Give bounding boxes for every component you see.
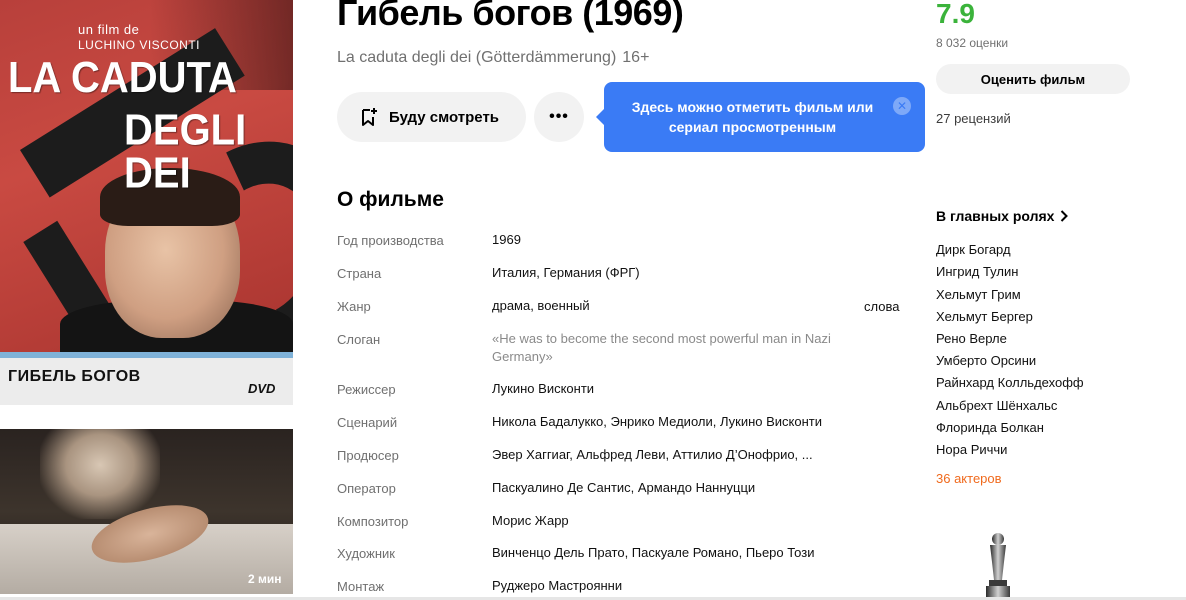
chevron-right-icon xyxy=(1060,210,1069,222)
cast-item[interactable]: Хельмут Бергер xyxy=(936,309,1033,324)
tooltip-text: Здесь можно отметить фильм или сериал пр… xyxy=(631,99,874,135)
genre-words-link[interactable]: слова xyxy=(864,299,899,314)
info-label-year: Год производства xyxy=(337,233,444,248)
watch-later-label: Буду смотреть xyxy=(389,108,500,126)
cast-item[interactable]: Ингрид Тулин xyxy=(936,264,1018,279)
age-rating: 16+ xyxy=(622,49,650,66)
cast-item[interactable]: Рено Верле xyxy=(936,331,1007,346)
bookmark-plus-icon xyxy=(359,107,379,127)
cast-item[interactable]: Флоринда Болкан xyxy=(936,420,1044,435)
original-title-line: La caduta degli dei (Götterdämmerung) 16+ xyxy=(337,49,649,67)
movie-poster[interactable]: un film de LUCHINO VISCONTI LA CADUTA DE… xyxy=(0,0,293,405)
info-label-writers: Сценарий xyxy=(337,415,398,430)
info-value-year[interactable]: 1969 xyxy=(492,231,852,249)
rating-count: 8 032 оценки xyxy=(936,36,1009,50)
original-title: La caduta degli dei (Götterdämmerung) xyxy=(337,49,617,66)
poster-rus-title: ГИБЕЛЬ БОГОВ xyxy=(8,368,141,385)
info-value-artist[interactable]: Винченцо Дель Прато, Паскуале Романо, Пь… xyxy=(492,544,852,562)
info-label-editing: Монтаж xyxy=(337,579,385,594)
info-label-composer: Композитор xyxy=(337,514,409,529)
all-actors-link[interactable]: 36 актеров xyxy=(936,471,1002,486)
more-dots-icon: ••• xyxy=(549,108,569,125)
info-label-country: Страна xyxy=(337,266,382,281)
info-value-slogan: «He was to become the second most powerf… xyxy=(492,331,831,364)
info-label-director: Режиссер xyxy=(337,382,396,397)
cast-item[interactable]: Дирк Богард xyxy=(936,242,1011,257)
info-value-genre[interactable]: драма, военный xyxy=(492,297,852,315)
info-value-operator[interactable]: Паскуалино Де Сантис, Армандо Наннуцци xyxy=(492,479,852,497)
info-label-operator: Оператор xyxy=(337,481,396,496)
hint-tooltip: Здесь можно отметить фильм или сериал пр… xyxy=(596,82,925,152)
info-value-composer[interactable]: Морис Жарр xyxy=(492,512,852,530)
cast-item[interactable]: Нора Риччи xyxy=(936,442,1007,457)
rating-value: 7.9 xyxy=(936,0,975,29)
info-label-genre: Жанр xyxy=(337,299,371,314)
more-options-button[interactable]: ••• xyxy=(534,92,584,142)
trailer-thumbnail[interactable] xyxy=(0,429,293,594)
info-value-writers[interactable]: Никола Бадалукко, Энрико Медиоли, Лукино… xyxy=(492,413,852,431)
cast-item[interactable]: Альбрехт Шёнхальс xyxy=(936,398,1057,413)
page-title: Гибель богов (1969) xyxy=(337,0,684,33)
rate-movie-button[interactable]: Оценить фильм xyxy=(936,64,1130,94)
reviews-link[interactable]: 27 рецензий xyxy=(936,111,1011,126)
trailer-duration: 2 мин xyxy=(248,572,282,586)
trailer-scene-light xyxy=(40,429,160,519)
info-label-producers: Продюсер xyxy=(337,448,399,463)
about-heading: О фильме xyxy=(337,188,444,211)
cast-item[interactable]: Райнхард Колльдехофф xyxy=(936,375,1084,390)
poster-credit-line1: un film de xyxy=(78,22,140,37)
poster-dvd-logo: DVD xyxy=(248,381,276,396)
oscar-award-icon[interactable] xyxy=(978,530,1018,600)
cast-heading: В главных ролях xyxy=(936,208,1055,224)
poster-title-line2: DEGLI DEI xyxy=(124,106,247,198)
info-value-editing[interactable]: Руджеро Мастроянни xyxy=(492,577,852,595)
info-label-slogan: Слоган xyxy=(337,332,381,347)
info-value-director[interactable]: Лукино Висконти xyxy=(492,380,852,398)
info-value-country[interactable]: Италия, Германия (ФРГ) xyxy=(492,264,852,282)
close-icon[interactable]: ✕ xyxy=(893,97,911,115)
watch-later-button[interactable]: Буду смотреть xyxy=(337,92,526,142)
cast-item[interactable]: Хельмут Грим xyxy=(936,287,1021,302)
cast-item[interactable]: Умберто Орсини xyxy=(936,353,1036,368)
info-label-artist: Художник xyxy=(337,546,395,561)
poster-title-line1: LA CADUTA xyxy=(8,54,237,102)
cast-heading-link[interactable]: В главных ролях xyxy=(936,208,1069,224)
info-value-producers[interactable]: Эвер Хаггиаг, Альфред Леви, Аттилио Д’Он… xyxy=(492,446,852,464)
poster-credit-line2: LUCHINO VISCONTI xyxy=(78,38,201,52)
